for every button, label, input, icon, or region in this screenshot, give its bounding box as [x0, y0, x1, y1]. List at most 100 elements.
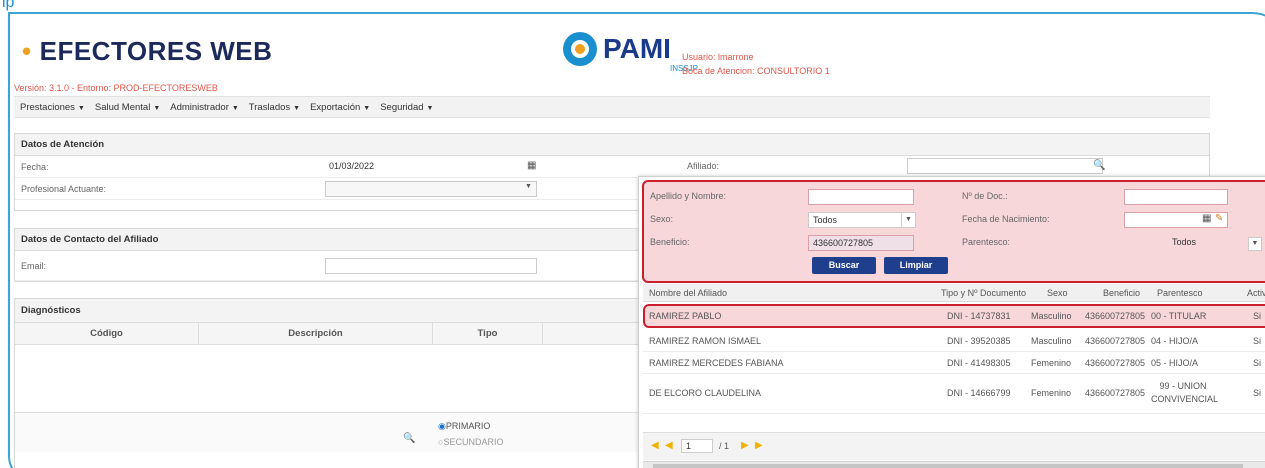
first-page-icon[interactable]: ◀ — [651, 440, 659, 451]
cell-doc: DNI - 14737831 — [947, 311, 1011, 321]
cell-activo: Si — [1253, 311, 1262, 321]
cell-nombre: RAMIREZ RAMON ISMAEL — [649, 336, 762, 346]
cell-beneficio: 436600727805 — [1085, 336, 1146, 346]
search-filters: Apellido y Nombre: Nº de Doc.: Sexo: Tod… — [642, 180, 1265, 283]
cell-activo: Si — [1253, 388, 1262, 398]
page-total: / 1 — [719, 441, 730, 451]
eraser-icon[interactable]: ✎ — [1215, 213, 1223, 224]
next-page-icon[interactable]: ▶ — [741, 440, 749, 451]
scrollbar-thumb[interactable] — [653, 464, 1243, 468]
attention-line: Boca de Atencion: CONSULTORIO 1 — [682, 66, 830, 76]
fecha-input[interactable]: 01/03/2022 — [325, 159, 535, 175]
afiliado-input[interactable] — [907, 158, 1103, 174]
email-label: Email: — [21, 260, 47, 271]
app-title-text: EFECTORES WEB — [39, 36, 273, 66]
col-sexo[interactable]: Sexo — [1047, 284, 1068, 302]
parentesco-select[interactable]: Todos — [1116, 235, 1248, 251]
menu-seguridad[interactable]: Seguridad ▼ — [380, 102, 433, 113]
doc-label: Nº de Doc.: — [962, 191, 1008, 201]
cell-activo: Si — [1253, 336, 1262, 346]
menu-traslados[interactable]: Traslados ▼ — [249, 102, 300, 113]
table-row[interactable]: RAMIREZ RAMON ISMAEL DNI - 39520385 Masc… — [643, 330, 1265, 352]
caret-down-icon: ▼ — [77, 104, 85, 112]
panel-title: Datos de Atención — [15, 134, 1209, 156]
prev-page-icon[interactable]: ◀ — [665, 440, 673, 451]
chevron-down-icon[interactable]: ▼ — [525, 183, 532, 190]
cell-activo: Si — [1253, 358, 1262, 368]
bullet-icon: • — [22, 36, 32, 66]
caret-down-icon: ▼ — [293, 104, 301, 112]
col-codigo[interactable]: Código — [15, 323, 199, 344]
menu-salud-mental[interactable]: Salud Mental ▼ — [95, 102, 160, 113]
user-line: Usuario: lmarrone — [682, 52, 754, 62]
caret-down-icon: ▼ — [153, 104, 161, 112]
radio-primario[interactable]: ◉PRIMARIO — [438, 421, 490, 432]
profesional-label: Profesional Actuante: — [21, 183, 107, 194]
doc-input[interactable] — [1124, 189, 1228, 205]
col-beneficio[interactable]: Beneficio — [1103, 284, 1140, 302]
radio-secundario[interactable]: ○SECUNDARIO — [438, 437, 503, 447]
horizontal-scrollbar[interactable] — [643, 461, 1265, 468]
codigo-input[interactable] — [19, 429, 411, 445]
fecha-row: Fecha: 01/03/2022 ▦ Afiliado: 🔍 — [15, 156, 1209, 178]
fecha-nac-label: Fecha de Nacimiento: — [962, 214, 1050, 224]
pager: ◀ ◀ 1 / 1 ▶ ▶ — [643, 432, 1265, 460]
table-row[interactable]: DE ELCORO CLAUDELINA DNI - 14666799 Feme… — [643, 374, 1265, 414]
cell-beneficio: 436600727805 — [1085, 358, 1146, 368]
chevron-down-icon[interactable]: ▼ — [1248, 237, 1262, 251]
cell-parentesco: 99 - UNION CONVIVENCIAL — [1151, 381, 1219, 404]
apellido-input[interactable] — [808, 189, 914, 205]
email-input[interactable] — [325, 258, 537, 274]
menu-prestaciones[interactable]: Prestaciones ▼ — [20, 102, 85, 113]
afiliado-search-popup: Apellido y Nombre: Nº de Doc.: Sexo: Tod… — [638, 176, 1265, 468]
pami-logo: PAMI — [563, 32, 671, 66]
chevron-down-icon: ▼ — [901, 213, 915, 227]
menu-exportacion[interactable]: Exportación ▼ — [310, 102, 370, 113]
corner-label: lp — [2, 0, 15, 11]
pami-logo-text: PAMI — [603, 33, 671, 64]
profesional-select[interactable] — [325, 181, 537, 197]
cell-sexo: Masculino — [1031, 336, 1072, 346]
cell-sexo: Femenino — [1031, 388, 1072, 398]
apellido-label: Apellido y Nombre: — [650, 191, 727, 201]
col-descripcion[interactable]: Descripción — [199, 323, 433, 344]
sexo-label: Sexo: — [650, 214, 674, 224]
cell-doc: DNI - 41498305 — [947, 358, 1011, 368]
main-menu: Prestaciones ▼ Salud Mental ▼ Administrado… — [14, 96, 1210, 118]
menu-administrador[interactable]: Administrador ▼ — [170, 102, 239, 113]
fecha-nac-input[interactable] — [1124, 212, 1228, 228]
cell-sexo: Femenino — [1031, 358, 1072, 368]
pami-logo-icon — [563, 32, 597, 66]
cell-beneficio: 436600727805 — [1085, 388, 1146, 398]
caret-down-icon: ▼ — [231, 104, 239, 112]
col-nombre[interactable]: Nombre del Afiliado — [649, 284, 727, 302]
calendar-icon[interactable]: ▦ — [527, 160, 536, 171]
page-input[interactable]: 1 — [681, 439, 713, 453]
col-documento[interactable]: Tipo y Nº Documento — [941, 284, 1026, 302]
calendar-icon[interactable]: ▦ — [1202, 213, 1211, 224]
col-activo[interactable]: Activ — [1247, 284, 1265, 302]
limpiar-button[interactable]: Limpiar — [884, 257, 948, 274]
cell-nombre: RAMIREZ PABLO — [649, 311, 722, 321]
app-title: • EFECTORES WEB — [22, 36, 272, 67]
user-info: Usuario: lmarrone Boca de Atencion: CONS… — [682, 50, 830, 78]
cell-parentesco: 00 - TITULAR — [1151, 311, 1207, 321]
col-tipo[interactable]: Tipo — [433, 323, 543, 344]
caret-down-icon: ▼ — [363, 104, 371, 112]
beneficio-input[interactable]: 436600727805 — [808, 235, 914, 251]
cell-parentesco: 04 - HIJO/A — [1151, 336, 1199, 346]
caret-down-icon: ▼ — [426, 104, 434, 112]
cell-doc: DNI - 39520385 — [947, 336, 1011, 346]
version-text: Versión: 3.1.0 - Entorno: PROD-EFECTORES… — [14, 83, 218, 93]
last-page-icon[interactable]: ▶ — [755, 440, 763, 451]
radio-checked-icon: ◉ — [438, 421, 446, 431]
col-parentesco[interactable]: Parentesco — [1157, 284, 1203, 302]
table-row-selected[interactable]: RAMIREZ PABLO DNI - 14737831 Masculino 4… — [643, 304, 1265, 328]
beneficio-label: Beneficio: — [650, 237, 690, 247]
cell-sexo: Masculino — [1031, 311, 1072, 321]
search-icon[interactable]: 🔍 — [1093, 160, 1105, 171]
search-icon[interactable]: 🔍 — [403, 433, 415, 444]
table-row[interactable]: RAMIREZ MERCEDES FABIANA DNI - 41498305 … — [643, 352, 1265, 374]
sexo-select[interactable]: Todos ▼ — [808, 212, 916, 228]
buscar-button[interactable]: Buscar — [812, 257, 876, 274]
